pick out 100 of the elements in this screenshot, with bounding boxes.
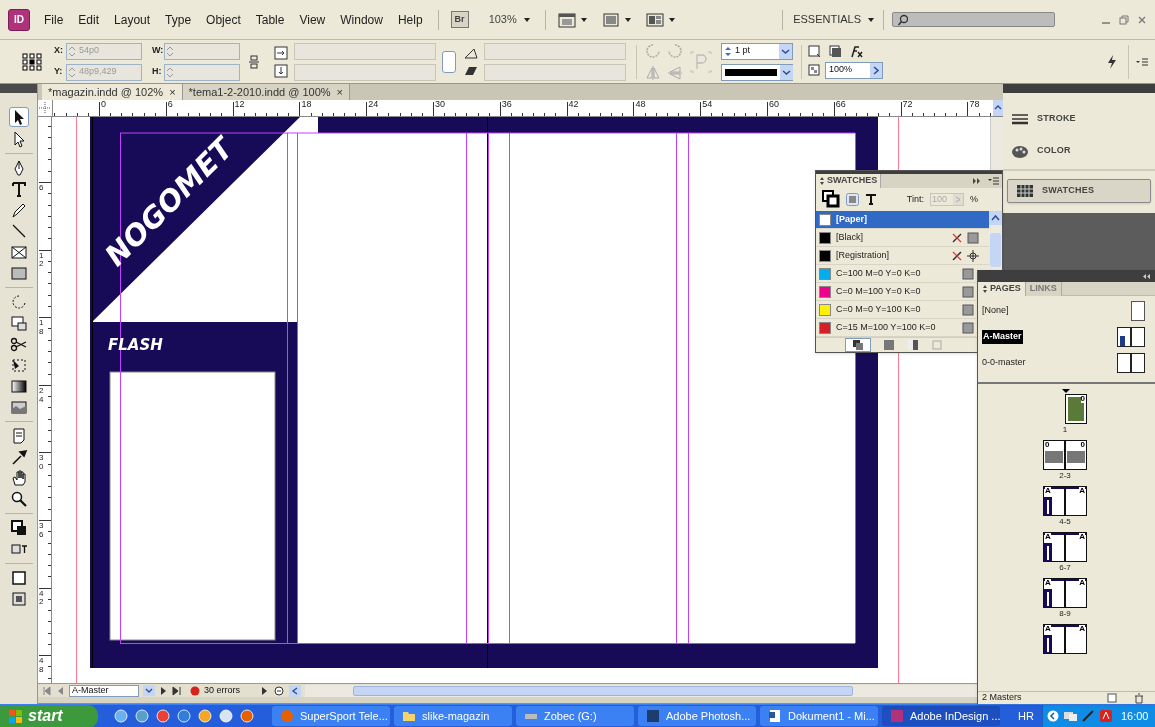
dropdown-arrow-icon[interactable] <box>143 685 155 696</box>
collapse-panel-icon[interactable] <box>1142 272 1151 280</box>
close-icon[interactable] <box>1137 14 1147 25</box>
swatch-row[interactable]: [Paper] <box>816 211 989 229</box>
constrain-proportions-button[interactable] <box>442 50 456 73</box>
menu-item[interactable]: File <box>44 10 64 29</box>
spinner-field[interactable] <box>294 63 436 81</box>
constrain-icon[interactable] <box>248 53 260 70</box>
menu-item[interactable]: Layout <box>114 10 151 29</box>
language-indicator[interactable]: HR <box>1018 707 1034 725</box>
spinner-field[interactable] <box>164 63 240 81</box>
spinner-field[interactable] <box>164 42 240 60</box>
menu-item[interactable]: View <box>299 10 326 29</box>
panel-menu-icon[interactable] <box>987 175 999 186</box>
rotate-icon[interactable] <box>9 293 28 311</box>
lightning-icon[interactable] <box>1105 53 1118 70</box>
expand-panel-icon[interactable] <box>972 176 981 185</box>
new-color-group-icon[interactable] <box>883 339 895 351</box>
panel-menu-icon[interactable] <box>1135 56 1149 67</box>
taskbar-button[interactable]: Dokument1 - Mi... <box>760 706 878 726</box>
taskbar-button[interactable]: slike-magazin <box>394 706 512 726</box>
scrollbar-thumb[interactable] <box>990 233 1001 267</box>
taskbar-button[interactable]: Adobe InDesign ... <box>882 706 1000 726</box>
swatch-row[interactable]: C=15 M=100 Y=100 K=0 <box>816 319 976 337</box>
frame-fitting-icon[interactable] <box>808 44 821 58</box>
page-field[interactable]: A-Master <box>69 684 139 697</box>
menu-item[interactable]: Help <box>397 10 423 29</box>
fill-stroke-icon[interactable] <box>9 519 28 537</box>
stroke-weight-field[interactable]: 1 pt <box>721 42 793 60</box>
master-item[interactable]: 0-0-master <box>978 352 1155 374</box>
previous-page-icon[interactable] <box>56 685 65 696</box>
new-swatch-icon[interactable] <box>931 339 943 351</box>
zoom-level[interactable]: 103% <box>488 11 517 28</box>
start-button[interactable]: start <box>0 704 98 727</box>
swatch-row[interactable]: [Black] <box>816 229 989 247</box>
caret-icon[interactable] <box>667 15 676 24</box>
frame-tool-icon[interactable] <box>9 243 28 261</box>
new-page-icon[interactable] <box>1107 693 1117 703</box>
show-hidden-icons-icon[interactable] <box>1046 710 1059 722</box>
caret-icon[interactable] <box>623 15 632 24</box>
opacity-icon[interactable] <box>808 64 820 76</box>
stroke-type-dropdown[interactable] <box>721 63 793 81</box>
scrollbar[interactable] <box>989 211 1002 269</box>
close-tab-button[interactable]: × <box>169 83 176 101</box>
scale-icon[interactable] <box>9 314 28 332</box>
opacity-field[interactable]: 100% <box>825 61 883 79</box>
panel-button[interactable]: SWATCHES <box>1007 179 1151 203</box>
master-item[interactable]: [None] <box>978 300 1155 322</box>
bridge-button[interactable]: Br <box>450 11 469 28</box>
preflight-icon[interactable] <box>273 684 285 697</box>
normal-view-icon[interactable] <box>9 569 28 587</box>
first-page-icon[interactable] <box>42 685 52 696</box>
scroll-up-icon[interactable] <box>993 100 1003 116</box>
gradient-feather-icon[interactable] <box>9 398 28 416</box>
swatch-views-icon[interactable] <box>852 339 864 351</box>
caret-icon[interactable] <box>867 15 875 24</box>
effects-icon[interactable] <box>850 44 864 58</box>
last-page-icon[interactable] <box>172 685 182 696</box>
close-tab-button[interactable]: × <box>336 83 344 101</box>
taskbar-button[interactable]: Zobec (G:) <box>516 706 634 726</box>
menu-item[interactable]: Type <box>165 10 192 29</box>
zoom-icon[interactable] <box>9 490 28 508</box>
arrow-right-icon[interactable] <box>870 62 882 78</box>
menu-item[interactable]: Edit <box>78 10 100 29</box>
scrollbar-thumb[interactable] <box>353 685 853 696</box>
free-transform-icon[interactable] <box>9 356 28 374</box>
panel-button[interactable]: STROKE <box>1003 107 1155 131</box>
search-field[interactable] <box>892 12 1055 27</box>
spinner-field[interactable] <box>294 42 436 60</box>
scroll-left-icon[interactable] <box>289 684 301 697</box>
arrange-documents-icon[interactable] <box>645 11 664 28</box>
trash-icon[interactable] <box>1133 692 1145 704</box>
gradient-swatch-icon[interactable] <box>907 339 919 351</box>
caret-icon[interactable] <box>522 15 531 24</box>
document-tab[interactable]: *magazin.indd @ 102% × <box>42 84 183 100</box>
spinner-field[interactable] <box>484 42 626 60</box>
scale-x-icon[interactable] <box>274 45 288 60</box>
menu-item[interactable]: Object <box>206 10 241 29</box>
panel-button[interactable]: COLOR <box>1003 139 1155 163</box>
swatch-row[interactable]: C=0 M=0 Y=100 K=0 <box>816 301 976 319</box>
menu-item[interactable]: Window <box>340 10 383 29</box>
scroll-up-icon[interactable] <box>989 211 1002 225</box>
hand-icon[interactable] <box>9 469 28 487</box>
menu-item[interactable]: Table <box>255 10 285 29</box>
workspace-switcher[interactable]: ESSENTIALS <box>793 11 861 28</box>
view-options-icon[interactable] <box>557 11 576 28</box>
taskbar-button[interactable]: Adobe Photosh... <box>638 706 756 726</box>
type-tool-icon[interactable] <box>9 180 28 198</box>
swatch-row[interactable]: [Registration] <box>816 247 989 265</box>
expand-arrow-icon[interactable] <box>260 685 269 696</box>
formatting-text-icon[interactable] <box>865 193 877 206</box>
scissors-icon[interactable] <box>9 335 28 353</box>
restore-icon[interactable] <box>1119 14 1129 25</box>
spinner-field[interactable] <box>484 63 626 81</box>
error-count[interactable]: 30 errors <box>204 683 256 698</box>
pencil-icon[interactable] <box>9 201 28 219</box>
caret-icon[interactable] <box>579 15 588 24</box>
taskbar-button[interactable]: SuperSport Tele... <box>272 706 390 726</box>
gradient-icon[interactable] <box>9 377 28 395</box>
pen-tablet-icon[interactable] <box>1080 709 1095 723</box>
